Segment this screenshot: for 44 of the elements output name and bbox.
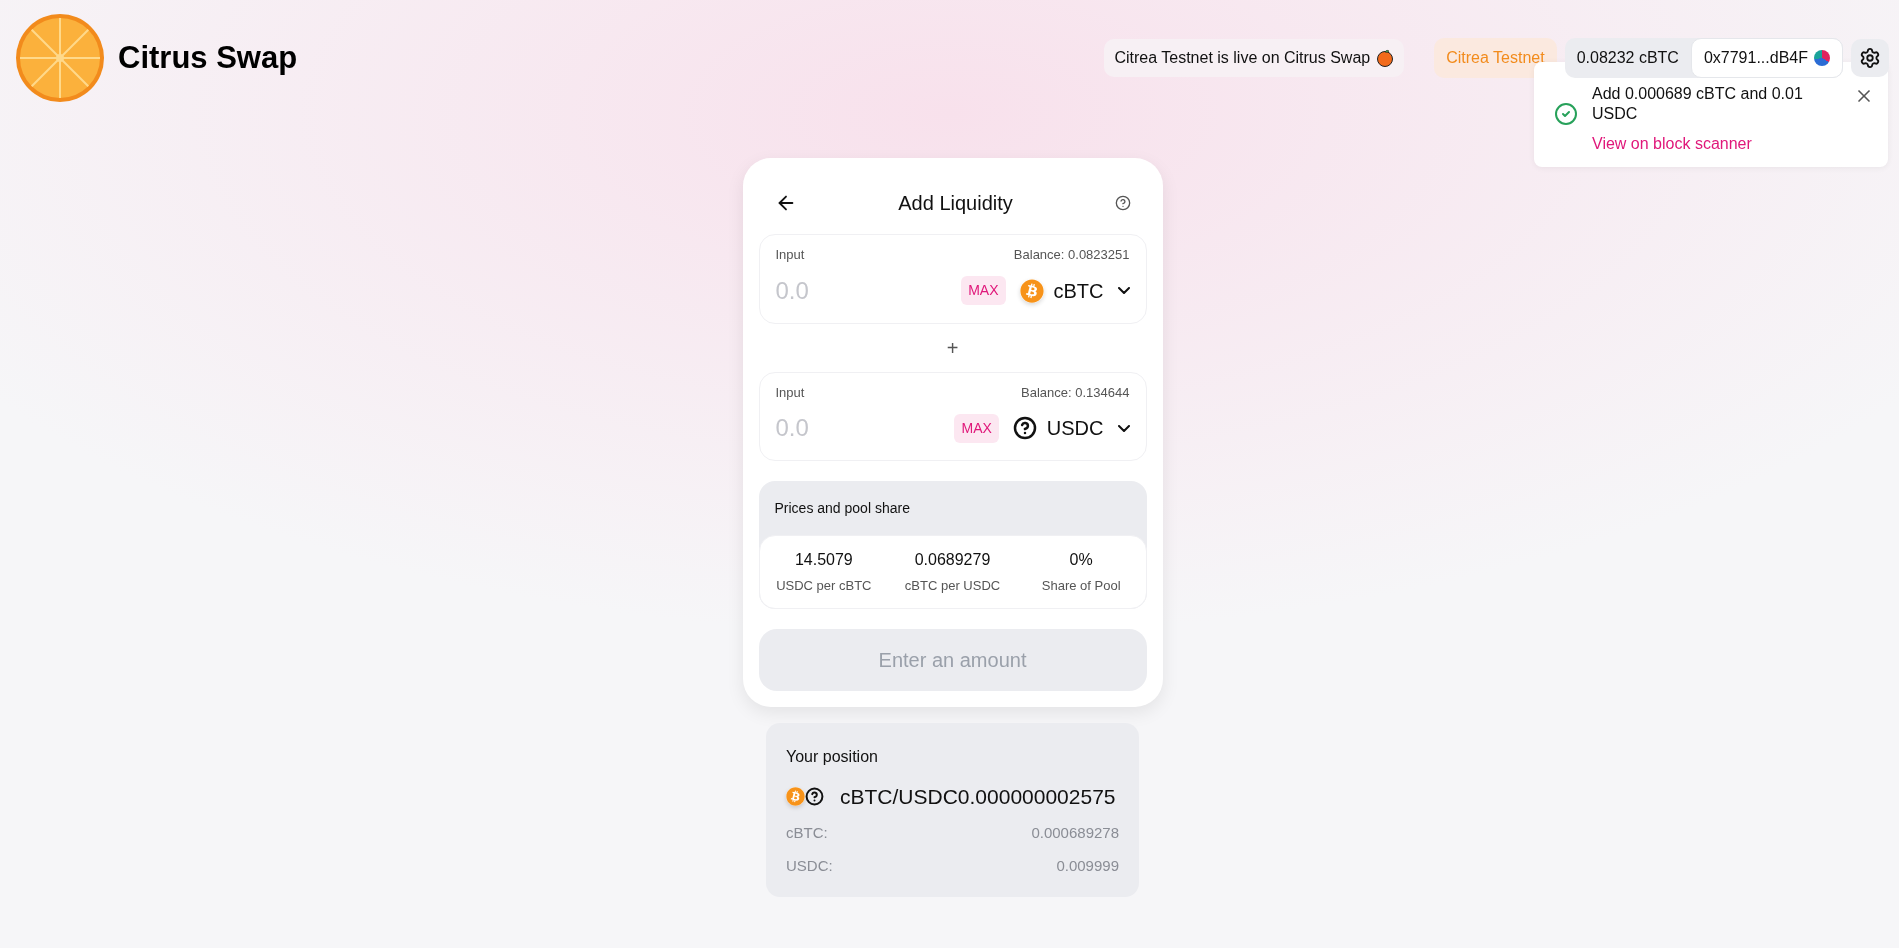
app-title: Citrus Swap — [118, 38, 298, 77]
price-label: cBTC per USDC — [904, 577, 1001, 595]
card-title: Add Liquidity — [898, 191, 1013, 216]
settings-icon — [1859, 47, 1881, 69]
avatar-icon — [1814, 50, 1830, 66]
position-token-label: cBTC: — [786, 823, 828, 843]
input-label: Input — [775, 383, 805, 402]
toast-message: Add 0.000689 cBTC and 0.01 USDC — [1592, 84, 1804, 124]
wallet-address-button[interactable]: 0x7791...dB4F — [1690, 38, 1843, 78]
question-icon — [805, 786, 824, 806]
bitcoin-icon — [786, 786, 805, 806]
help-button[interactable] — [1114, 195, 1131, 211]
position-token-amount: 0.009999 — [1056, 855, 1119, 876]
price-label: Share of Pool — [1041, 577, 1121, 595]
price-value: 0% — [1069, 550, 1093, 570]
settings-button[interactable] — [1851, 39, 1889, 77]
price-label: USDC per cBTC — [776, 577, 872, 595]
token-select-button[interactable]: USDC — [1012, 413, 1130, 443]
chevron-down-icon — [1117, 424, 1130, 432]
wallet-balance: 0.08232 cBTC — [1575, 48, 1680, 68]
position-token-amount: 0.000689278 — [1031, 823, 1119, 843]
balance-text: Balance: 0.134644 — [1021, 383, 1130, 402]
position-token-label: USDC: — [786, 855, 833, 876]
plus-sign: + — [946, 335, 959, 360]
max-button[interactable]: MAX — [954, 413, 999, 443]
max-button[interactable]: MAX — [961, 276, 1006, 305]
position-pair: cBTC/USDC0.000000002575 — [840, 783, 1116, 810]
position-title: Your position — [786, 746, 879, 767]
help-icon — [1114, 195, 1131, 211]
amount-input-field[interactable]: 0.0 — [775, 410, 926, 446]
prices-title: Prices and pool share — [774, 500, 910, 516]
question-icon — [1012, 416, 1037, 440]
amount-input-field[interactable]: 0.0 — [775, 272, 926, 309]
balance-text: Balance: 0.0823251 — [1013, 246, 1130, 264]
token-select-button[interactable]: cBTC — [1019, 275, 1130, 306]
announcement-text: Citrea Testnet is live on Citrus Swap — [1114, 48, 1371, 68]
price-value: 14.5079 — [794, 550, 853, 570]
input-label: Input — [775, 246, 805, 264]
block-scanner-link[interactable]: View on block scanner — [1592, 132, 1854, 156]
success-check-icon — [1554, 102, 1578, 126]
price-value: 0.0689279 — [914, 550, 991, 570]
fruit-icon — [1376, 49, 1395, 67]
chevron-down-icon — [1117, 287, 1130, 294]
bitcoin-icon — [1019, 278, 1044, 303]
